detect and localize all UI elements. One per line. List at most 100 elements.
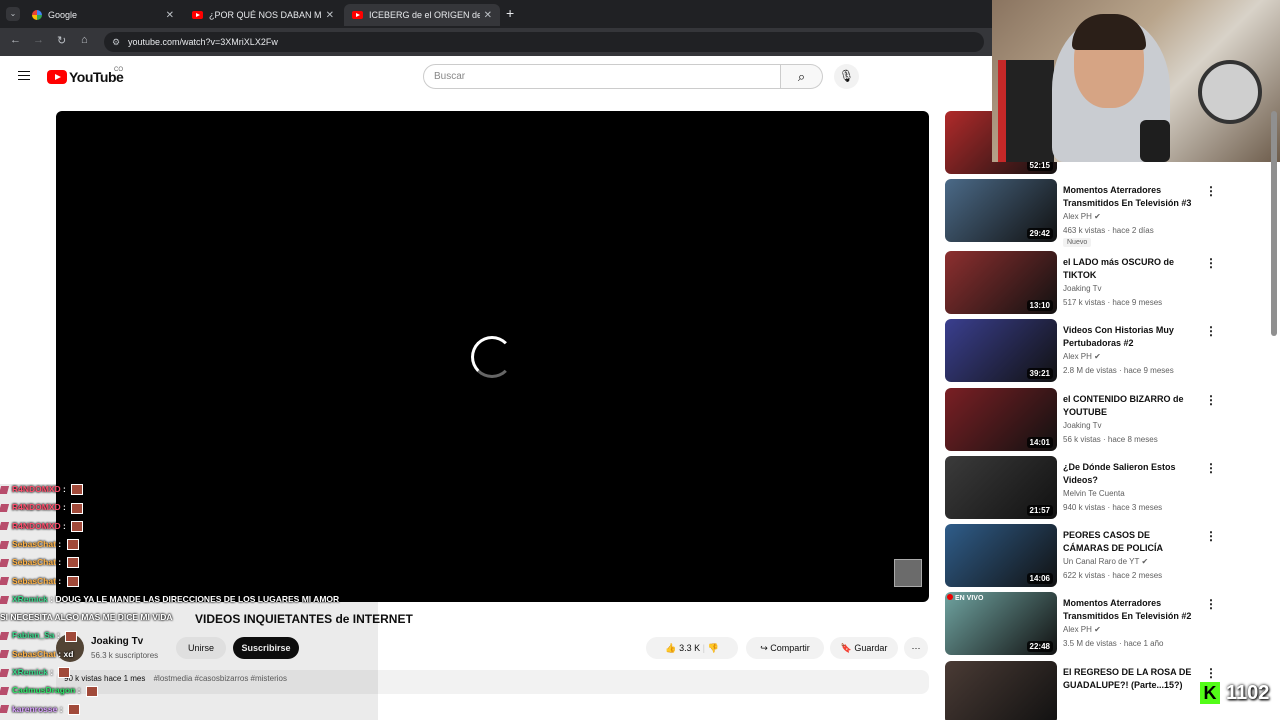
youtube-logo-icon[interactable] — [47, 70, 67, 84]
recommended-meta: 3.5 M de vistas · hace 1 año — [1063, 639, 1164, 648]
menu-icon[interactable] — [18, 71, 30, 80]
video-thumbnail[interactable] — [945, 661, 1057, 720]
tab-list-dropdown[interactable]: ⌄ — [6, 7, 20, 21]
search-button[interactable]: ⌕ — [781, 64, 823, 89]
emote-icon — [66, 557, 79, 569]
video-thumbnail[interactable]: EN VIVO 22:48 — [945, 592, 1057, 655]
chat-badge-icon — [0, 687, 10, 696]
chat-text: xd — [63, 648, 74, 659]
close-tab-icon[interactable]: ✕ — [326, 10, 334, 21]
url-bar[interactable]: ⚙ youtube.com/watch?v=3XMriXLX2Fw — [104, 32, 984, 52]
recommended-meta: 2.8 M de vistas · hace 9 meses — [1063, 366, 1174, 375]
video-thumbnail[interactable]: 39:21 — [945, 319, 1057, 382]
recommended-channel[interactable]: Joaking Tv — [1063, 284, 1102, 293]
forward-icon[interactable]: → — [33, 34, 44, 46]
chat-message: R4NDOMXD : — [0, 502, 84, 519]
chat-message: Fabian_Sa : — [0, 630, 78, 647]
search-icon: ⌕ — [797, 69, 806, 84]
recommended-video[interactable]: El REGRESO DE LA ROSA DE GUADALUPE?! (Pa… — [945, 661, 1225, 720]
youtube-header: YouTube CO Buscar ⌕ 🎙 — [0, 56, 992, 100]
chat-text: SI NECESITA ALGO MAS ME DICE MI VIDA — [0, 612, 173, 623]
chat-username: R4NDOMXD — [12, 502, 61, 513]
recommended-channel[interactable]: Alex PH ✔ — [1063, 352, 1101, 361]
recommended-video[interactable]: 14:01 el CONTENIDO BIZARRO de YOUTUBE Joak… — [945, 388, 1225, 452]
more-vert-icon[interactable]: ⋮ — [1205, 324, 1217, 338]
live-badge: EN VIVO — [947, 594, 983, 602]
chat-badge-icon — [0, 558, 10, 567]
video-thumbnail[interactable]: 21:57 — [945, 456, 1057, 519]
recommended-title[interactable]: Momentos Aterradores Transmitidos En Tel… — [1063, 184, 1193, 210]
chat-username: SebasChat — [12, 538, 56, 549]
reload-icon[interactable]: ↻ — [57, 34, 66, 47]
more-vert-icon[interactable]: ⋮ — [1205, 529, 1217, 543]
recommended-title[interactable]: el LADO más OSCURO de TIKTOK — [1063, 256, 1193, 282]
chat-text: DOUG YA LE MANDE LAS DIRECCIONES DE LOS … — [55, 593, 340, 604]
more-vert-icon[interactable]: ⋮ — [1205, 256, 1217, 270]
site-info-icon[interactable]: ⚙ — [112, 32, 120, 52]
recommended-channel[interactable]: Alex PH ✔ — [1063, 212, 1101, 221]
recommended-title[interactable]: ¿De Dónde Salieron Estos Videos? — [1063, 461, 1193, 487]
scrollbar[interactable] — [1271, 111, 1277, 336]
save-button[interactable]: 🔖 Guardar — [830, 637, 898, 659]
more-vert-icon[interactable]: ⋮ — [1205, 393, 1217, 407]
more-vert-icon[interactable]: ⋮ — [1205, 666, 1217, 680]
chat-badge-icon — [0, 668, 10, 677]
tab-google[interactable]: Google ✕ — [24, 4, 182, 26]
fan — [1198, 60, 1262, 124]
chat-message: R4NDOMXD : — [0, 520, 84, 538]
more-vert-icon[interactable]: ⋮ — [1205, 461, 1217, 475]
recommended-video[interactable]: 21:57 ¿De Dónde Salieron Estos Videos? Mel… — [945, 456, 1225, 520]
share-button[interactable]: ↪ Compartir — [746, 637, 824, 659]
verified-icon: ✔ — [1094, 212, 1101, 221]
chat-badge-icon — [0, 705, 10, 714]
voice-search-button[interactable]: 🎙 — [834, 64, 859, 89]
home-icon[interactable]: ⌂ — [81, 34, 88, 46]
country-code: CO — [114, 67, 123, 73]
recommended-video[interactable]: 13:10 el LADO más OSCURO de TIKTOK Joaking… — [945, 251, 1225, 315]
recommended-channel[interactable]: Alex PH ✔ — [1063, 625, 1101, 634]
chat-username: Fabian_Sa — [12, 630, 55, 641]
kick-viewer-badge: K 1102 — [1200, 682, 1280, 706]
verified-icon: ✔ — [1141, 557, 1149, 566]
youtube-icon — [192, 11, 203, 19]
recommended-title[interactable]: el CONTENIDO BIZARRO de YOUTUBE — [1063, 393, 1193, 419]
tab-iceberg[interactable]: ICEBERG de el ORIGEN de VID ✕ — [344, 4, 500, 26]
back-icon[interactable]: ← — [10, 34, 21, 46]
video-thumbnail[interactable]: 13:10 — [945, 251, 1057, 314]
more-actions-button[interactable]: ⋯ — [904, 637, 928, 659]
recommended-title[interactable]: Videos Con Historias Muy Pertubadoras #2 — [1063, 324, 1193, 350]
video-thumbnail[interactable]: 14:01 — [945, 388, 1057, 451]
recommended-video[interactable]: EN VIVO 22:48 Momentos Aterradores Transmi… — [945, 592, 1225, 656]
recommended-title[interactable]: PEORES CASOS DE CÁMARAS DE POLICÍA — [1063, 529, 1193, 555]
close-tab-icon[interactable]: ✕ — [166, 10, 174, 21]
recommended-video[interactable]: 39:21 Videos Con Historias Muy Pertubador… — [945, 319, 1225, 383]
like-count[interactable]: 3.3 K — [679, 643, 700, 653]
new-tab-button[interactable]: + — [506, 5, 514, 21]
recommended-title[interactable]: El REGRESO DE LA ROSA DE GUADALUPE?! (Pa… — [1063, 666, 1193, 692]
recommended-channel[interactable]: Joaking Tv — [1063, 421, 1102, 430]
search-input[interactable]: Buscar — [423, 64, 781, 89]
chat-username: R4NDOMXD — [12, 520, 61, 531]
chat-message: SI NECESITA ALGO MAS ME DICE MI VIDA — [0, 612, 173, 629]
recommended-meta: 56 k vistas · hace 8 meses — [1063, 435, 1158, 444]
recommended-title[interactable]: Momentos Aterradores Transmitidos En Tel… — [1063, 597, 1193, 623]
video-thumbnail[interactable]: 29:42 — [945, 179, 1057, 242]
chat-message: XRemick : — [0, 667, 71, 684]
video-thumbnail[interactable]: 14:06 — [945, 524, 1057, 587]
recommended-channel[interactable]: Melvin Te Cuenta — [1063, 489, 1125, 498]
address-toolbar: ← → ↻ ⌂ ⚙ youtube.com/watch?v=3XMriXLX2F… — [0, 28, 992, 56]
chat-badge-icon — [0, 595, 10, 604]
share-icon: ↪ — [760, 643, 768, 653]
like-icon[interactable]: 👍 — [665, 643, 676, 653]
more-vert-icon[interactable]: ⋮ — [1205, 597, 1217, 611]
recommended-video[interactable]: 29:42 Momentos Aterradores Transmitidos E… — [945, 179, 1225, 247]
google-icon — [32, 10, 42, 20]
recommended-channel[interactable]: Un Canal Raro de YT ✔ — [1063, 557, 1148, 566]
tab-por-que[interactable]: ¿POR QUÉ NOS DABAN MIEDO ✕ — [184, 4, 342, 26]
video-duration: 14:01 — [1026, 437, 1053, 448]
more-vert-icon[interactable]: ⋮ — [1205, 184, 1217, 198]
close-tab-icon[interactable]: ✕ — [484, 10, 492, 21]
chat-message: SebasChat : — [0, 576, 79, 593]
recommended-video[interactable]: 14:06 PEORES CASOS DE CÁMARAS DE POLICÍA U… — [945, 524, 1225, 588]
dislike-icon[interactable]: 👎 — [707, 643, 718, 653]
